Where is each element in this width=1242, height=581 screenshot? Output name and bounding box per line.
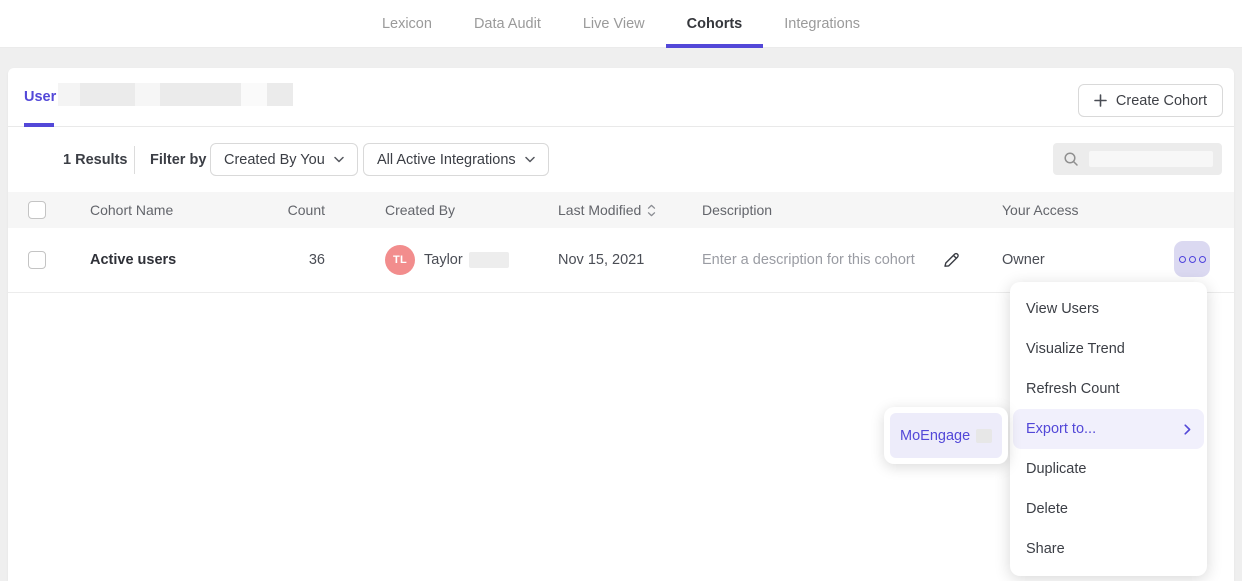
created-by-dropdown[interactable]: Created By You: [210, 143, 358, 176]
edit-description-button[interactable]: [936, 245, 966, 275]
header-cohort-name: Cohort Name: [90, 192, 173, 228]
nav-tab-cohorts[interactable]: Cohorts: [666, 0, 764, 47]
redacted-block: [976, 429, 992, 443]
last-modified-date: Nov 15, 2021: [558, 252, 644, 268]
redacted-block: [80, 83, 135, 106]
header-description: Description: [702, 192, 772, 228]
nav-tab-lexicon[interactable]: Lexicon: [361, 0, 453, 47]
submenu-item-moengage-label: MoEngage: [900, 428, 970, 444]
redacted-tabs: [58, 83, 293, 106]
chevron-down-icon: [334, 156, 344, 163]
menu-item-view-users[interactable]: View Users: [1010, 289, 1207, 329]
chevron-right-icon: [1184, 424, 1191, 435]
more-options-icon: [1189, 256, 1196, 263]
plus-icon: [1094, 94, 1107, 107]
avatar: TL: [385, 245, 415, 275]
select-all-checkbox[interactable]: [28, 201, 46, 219]
redacted-block: [135, 83, 160, 106]
more-options-icon: [1199, 256, 1206, 263]
nav-tabs: Lexicon Data Audit Live View Cohorts Int…: [361, 0, 881, 47]
redacted-block: [241, 83, 267, 106]
redacted-surname: [469, 252, 509, 268]
header-your-access: Your Access: [1002, 192, 1079, 228]
results-count: 1 Results: [63, 127, 127, 192]
top-navigation: Lexicon Data Audit Live View Cohorts Int…: [0, 0, 1242, 48]
created-by-name: Taylor: [424, 252, 463, 268]
more-options-icon: [1179, 256, 1186, 263]
header-last-modified-label: Last Modified: [558, 202, 641, 218]
export-submenu: MoEngage: [884, 407, 1008, 464]
divider: [134, 146, 135, 174]
redacted-search-placeholder: [1089, 151, 1213, 167]
create-cohort-label: Create Cohort: [1116, 93, 1207, 109]
menu-item-export-to-label: Export to...: [1026, 421, 1096, 437]
access-level: Owner: [1002, 252, 1045, 268]
nav-tab-integrations[interactable]: Integrations: [763, 0, 881, 47]
created-by-dropdown-value: Created By You: [224, 152, 325, 168]
integrations-dropdown-value: All Active Integrations: [377, 152, 516, 168]
redacted-block: [58, 83, 80, 106]
menu-item-export-to[interactable]: Export to...: [1013, 409, 1204, 449]
cohort-name-link[interactable]: Active users: [90, 252, 176, 268]
chevron-down-icon: [525, 156, 535, 163]
tab-user[interactable]: User: [24, 68, 56, 126]
create-cohort-button[interactable]: Create Cohort: [1078, 84, 1223, 117]
menu-item-refresh-count[interactable]: Refresh Count: [1010, 369, 1207, 409]
filter-bar: 1 Results Filter by Created By You All A…: [8, 127, 1234, 192]
filter-by-label: Filter by: [150, 127, 206, 192]
row-checkbox[interactable]: [28, 251, 46, 269]
redacted-block: [160, 83, 241, 106]
redacted-block: [267, 83, 293, 106]
search-input[interactable]: [1053, 143, 1222, 175]
cohort-type-tabs: User Create Cohort: [8, 68, 1234, 127]
menu-item-share[interactable]: Share: [1010, 529, 1207, 569]
pencil-icon: [941, 250, 961, 270]
search-icon: [1062, 150, 1080, 168]
row-actions-button[interactable]: [1174, 241, 1210, 277]
table-header: Cohort Name Count Created By Last Modifi…: [8, 192, 1234, 228]
nav-tab-live-view[interactable]: Live View: [562, 0, 666, 47]
integrations-dropdown[interactable]: All Active Integrations: [363, 143, 549, 176]
header-last-modified[interactable]: Last Modified: [558, 192, 656, 228]
row-actions-menu: View Users Visualize Trend Refresh Count…: [1010, 282, 1207, 576]
menu-item-duplicate[interactable]: Duplicate: [1010, 449, 1207, 489]
nav-tab-data-audit[interactable]: Data Audit: [453, 0, 562, 47]
sort-icon: [647, 204, 656, 217]
description-field[interactable]: Enter a description for this cohort: [702, 252, 915, 268]
submenu-item-moengage[interactable]: MoEngage: [890, 413, 1002, 458]
header-created-by: Created By: [385, 192, 455, 228]
cohort-count: 36: [309, 252, 325, 268]
menu-item-visualize-trend[interactable]: Visualize Trend: [1010, 329, 1207, 369]
header-count: Count: [238, 192, 325, 228]
menu-item-delete[interactable]: Delete: [1010, 489, 1207, 529]
